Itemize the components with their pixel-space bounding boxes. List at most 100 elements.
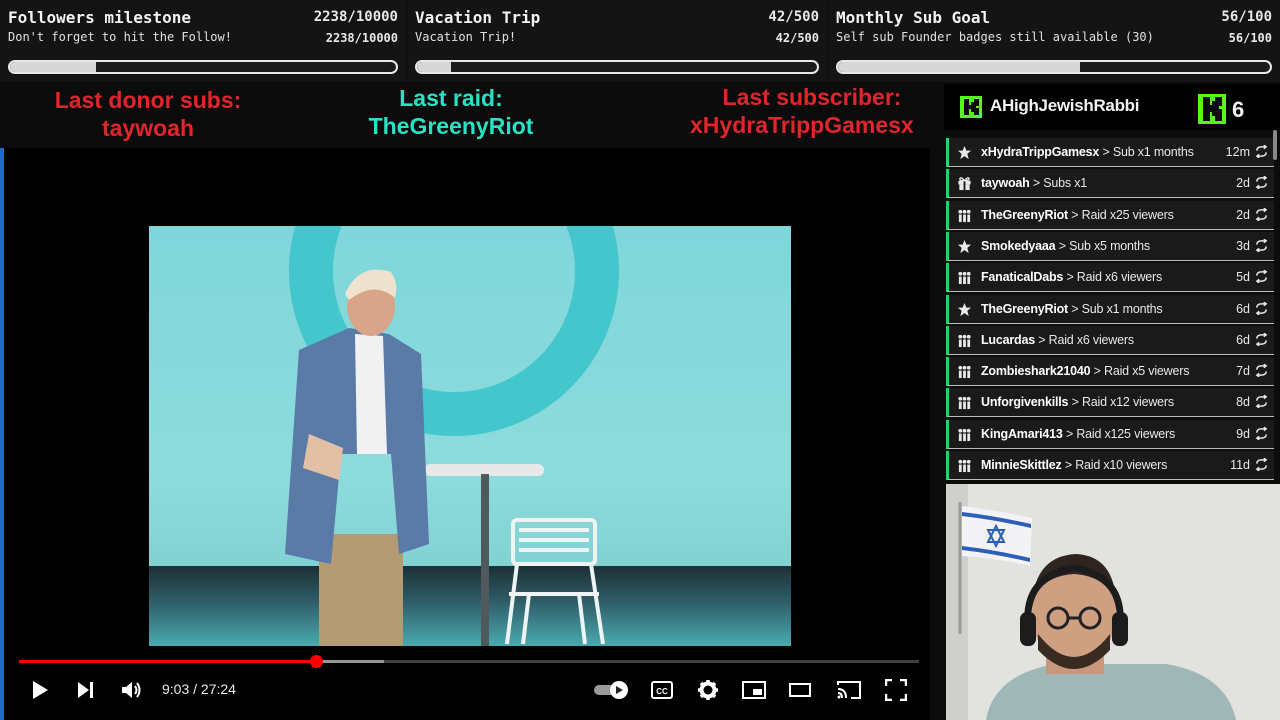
- goal-title: Followers milestone: [8, 8, 192, 27]
- miniplayer-button[interactable]: [738, 674, 770, 706]
- replay-icon[interactable]: [1255, 144, 1268, 159]
- event-user-name: FanaticalDabs: [981, 270, 1064, 285]
- replay-icon[interactable]: [1255, 363, 1268, 378]
- event-text: FanaticalDabs > Raid x6 viewers: [981, 270, 1162, 284]
- video-progress-bar[interactable]: [19, 655, 919, 668]
- event-user-name: Smokedyaaa: [981, 238, 1056, 253]
- play-button[interactable]: [24, 674, 56, 706]
- fullscreen-icon: [885, 679, 907, 701]
- stage-chair: [505, 518, 605, 645]
- replay-icon[interactable]: [1255, 269, 1268, 284]
- video-time: 9:03 / 27:24: [162, 681, 236, 697]
- settings-button[interactable]: [692, 674, 724, 706]
- stage-floor: [149, 566, 791, 646]
- kick-logo-icon: [960, 96, 982, 118]
- event-text: Smokedyaaa > Sub x5 months: [981, 239, 1150, 253]
- replay-icon[interactable]: [1255, 426, 1268, 441]
- svg-text:CC: CC: [656, 687, 668, 696]
- event-row[interactable]: TheGreenyRiot > Raid x25 viewers 2d: [946, 200, 1274, 230]
- event-text: xHydraTrippGamesx > Sub x1 months: [981, 145, 1194, 159]
- recent-events-list[interactable]: xHydraTrippGamesx > Sub x1 months 12m tayw…: [944, 136, 1276, 480]
- raid-icon: [957, 333, 972, 348]
- event-age: 7d: [1236, 364, 1250, 379]
- event-text: TheGreenyRiot > Sub x1 months: [981, 301, 1163, 316]
- event-user-name: MinnieSkittlez: [981, 458, 1062, 472]
- event-age: 9d: [1236, 426, 1250, 441]
- goal-subcount: 42/500: [775, 31, 819, 45]
- goal-title: Monthly Sub Goal: [836, 8, 991, 27]
- goal-subtitle: Don't forget to hit the Follow!: [8, 30, 232, 44]
- event-row[interactable]: TheGreenyRiot > Sub x1 months 6d: [946, 294, 1274, 324]
- replay-icon[interactable]: [1255, 332, 1268, 347]
- event-detail: > Subs x1: [1032, 176, 1088, 191]
- event-detail: > Raid x6 viewers: [1038, 332, 1134, 347]
- event-row[interactable]: Smokedyaaa > Sub x5 months 3d: [946, 231, 1274, 261]
- event-detail: > Sub x1 months: [1071, 301, 1163, 316]
- event-row[interactable]: Unforgivenkills > Raid x12 viewers 8d: [946, 388, 1274, 418]
- raid-icon: [957, 458, 972, 473]
- video-played-bar: [19, 660, 316, 663]
- events-scrollbar[interactable]: [1273, 130, 1277, 160]
- replay-icon[interactable]: [1255, 175, 1268, 190]
- event-row[interactable]: FanaticalDabs > Raid x6 viewers 5d: [946, 263, 1274, 293]
- event-text: TheGreenyRiot > Raid x25 viewers: [981, 208, 1174, 222]
- replay-icon[interactable]: [1255, 300, 1268, 316]
- volume-button[interactable]: [116, 674, 148, 706]
- replay-icon[interactable]: [1255, 207, 1268, 222]
- video-player[interactable]: 9:03 / 27:24 CC: [0, 148, 930, 720]
- replay-icon[interactable]: [1255, 457, 1268, 472]
- goal-subcount: 56/100: [1228, 31, 1272, 45]
- subtitles-button[interactable]: CC: [646, 674, 678, 706]
- kick-viewers-icon: [1198, 94, 1226, 124]
- cast-icon: [837, 681, 861, 699]
- fullscreen-button[interactable]: [880, 674, 912, 706]
- event-row[interactable]: MinnieSkittlez > Raid x10 viewers 11d: [946, 451, 1274, 480]
- goal-vacation: Vacation Trip 42/500 Vacation Trip! 42/5…: [407, 0, 827, 82]
- cast-button[interactable]: [832, 674, 866, 706]
- last-donor-name: taywoah: [101, 115, 195, 141]
- goal-progress-bar: [836, 60, 1272, 74]
- raid-icon: [957, 395, 972, 410]
- event-row[interactable]: KingAmari413 > Raid x125 viewers 9d: [946, 419, 1274, 449]
- event-text: Lucardas > Raid x6 viewers: [981, 333, 1134, 347]
- video-frame[interactable]: [149, 226, 791, 646]
- kick-header: AHighJewishRabbi 6: [944, 84, 1280, 130]
- theater-mode-button[interactable]: [784, 674, 816, 706]
- goal-count: 42/500: [768, 9, 819, 25]
- goal-monthly-sub: Monthly Sub Goal 56/100 Self sub Founder…: [828, 0, 1280, 82]
- event-user-name: xHydraTrippGamesx: [981, 145, 1100, 159]
- raid-icon: [957, 208, 972, 223]
- event-age: 5d: [1236, 270, 1250, 285]
- next-button[interactable]: [70, 674, 102, 706]
- autoplay-toggle[interactable]: [592, 674, 632, 706]
- video-scrubber-handle[interactable]: [310, 655, 323, 668]
- event-user-name: KingAmari413: [981, 426, 1063, 441]
- replay-icon[interactable]: [1255, 238, 1268, 253]
- gear-icon: [698, 680, 718, 700]
- last-raid-label: Last raid:: [399, 85, 503, 111]
- webcam-feed: [946, 484, 1280, 720]
- miniplayer-icon: [742, 681, 766, 699]
- stage-table-leg: [481, 474, 489, 646]
- event-row[interactable]: Zombieshark21040 > Raid x5 viewers 7d: [946, 357, 1274, 387]
- event-detail: > Raid x12 viewers: [1071, 395, 1175, 410]
- event-user-name: TheGreenyRiot: [981, 301, 1068, 316]
- event-row[interactable]: taywoah > Subs x1 2d: [946, 169, 1274, 199]
- star-icon: [957, 239, 972, 254]
- event-age: 2d: [1236, 176, 1250, 191]
- event-row[interactable]: xHydraTrippGamesx > Sub x1 months 12m: [946, 138, 1274, 167]
- event-text: Unforgivenkills > Raid x12 viewers: [981, 395, 1174, 409]
- event-age: 8d: [1236, 395, 1250, 410]
- event-detail: > Raid x5 viewers: [1093, 364, 1190, 379]
- volume-icon: [122, 682, 141, 698]
- raid-icon: [957, 364, 972, 379]
- closed-captions-icon: CC: [651, 681, 673, 699]
- event-row[interactable]: Lucardas > Raid x6 viewers 6d: [946, 325, 1274, 355]
- replay-icon[interactable]: [1255, 394, 1268, 409]
- event-text: taywoah > Subs x1: [981, 176, 1087, 190]
- goal-progress-fill: [10, 62, 97, 72]
- speaker-figure: [285, 269, 429, 646]
- goal-subcount: 2238/10000: [325, 31, 398, 45]
- event-text: Zombieshark21040 > Raid x5 viewers: [981, 364, 1189, 378]
- goal-count: 56/100: [1221, 9, 1272, 25]
